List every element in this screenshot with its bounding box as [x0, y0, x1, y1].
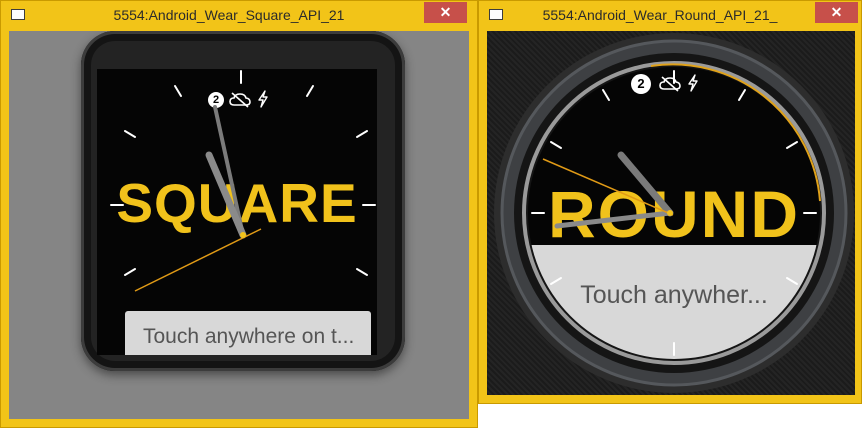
app-icon	[11, 9, 25, 20]
clock-hands	[542, 151, 674, 229]
minute-hand	[554, 210, 673, 229]
notification-card-text: Touch anywhere on t...	[143, 325, 355, 348]
window-title: 5554:Android_Wear_Square_API_21	[113, 7, 345, 23]
app-icon	[489, 9, 503, 20]
notification-card[interactable]: Touch anywhere on t...	[125, 311, 371, 355]
center-pin	[240, 232, 246, 238]
notification-card-text: Touch anywher...	[580, 281, 768, 309]
hour-hand	[205, 151, 247, 239]
close-button[interactable]: ✕	[424, 2, 467, 23]
watch-face[interactable]: 2 SQUARE Touch anywhere on t...	[97, 69, 377, 355]
hour-hand	[617, 151, 674, 217]
window-title: 5554:Android_Wear_Round_API_21_	[542, 7, 778, 23]
close-button[interactable]: ✕	[815, 2, 858, 23]
second-hand	[134, 228, 262, 292]
square-emulator-window[interactable]: 5554:Android_Wear_Square_API_21 ✕ 2 Touc…	[0, 0, 478, 428]
emulator-screen: 2 SQUARE Touch anywhere on t...	[9, 31, 469, 419]
second-hand	[542, 158, 674, 216]
round-emulator-window[interactable]: 5554:Android_Wear_Round_API_21_ ✕ 2 ROUN…	[478, 0, 862, 404]
emulator-screen: 2 ROUND Touch anywher...	[487, 31, 855, 395]
title-bar[interactable]: 5554:Android_Wear_Round_API_21_ ✕	[479, 1, 861, 31]
center-pin	[667, 210, 673, 216]
title-bar[interactable]: 5554:Android_Wear_Square_API_21 ✕	[1, 1, 477, 31]
